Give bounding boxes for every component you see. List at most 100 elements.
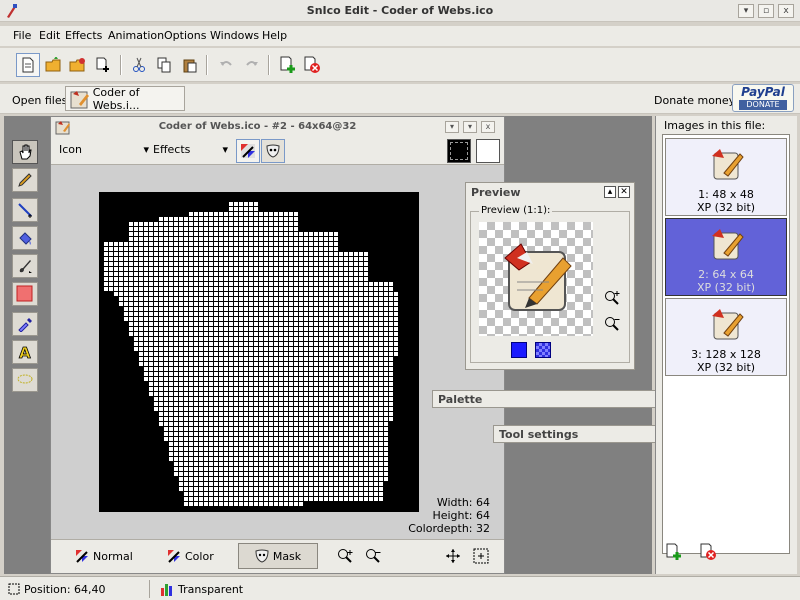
document-maximize-button[interactable]: ▾ xyxy=(463,121,477,133)
brush-icon[interactable] xyxy=(12,254,38,278)
image-thumb-3[interactable]: 3: 128 x 128 XP (32 bit) xyxy=(665,298,787,376)
coder-of-webs-icon xyxy=(712,149,744,180)
preview-collapse-button[interactable]: ▴ xyxy=(604,186,616,198)
status-position: Position: 64,40 xyxy=(2,580,150,598)
document-window: Coder of Webs.ico - #2 - 64x64@32 ▾ ▾ x … xyxy=(50,116,505,574)
zoom-out-icon[interactable] xyxy=(361,543,385,569)
document-title: Coder of Webs.ico - #2 - 64x64@32 xyxy=(158,121,357,132)
status-position-text: Position: 64,40 xyxy=(24,582,106,596)
image-format-label: XP (32 bit) xyxy=(696,361,756,374)
chevron-down-icon: ▾ xyxy=(143,143,149,156)
status-color: Transparent xyxy=(154,580,243,598)
image-width: Width: 64 xyxy=(436,496,490,509)
pixel-canvas[interactable] xyxy=(99,192,419,512)
line-icon[interactable] xyxy=(12,198,38,222)
menu-edit[interactable]: Edit xyxy=(39,29,60,42)
paypal-donate-button[interactable]: PayPal DONATE xyxy=(732,84,794,112)
menu-effects[interactable]: Effects xyxy=(65,29,102,42)
center-icon[interactable] xyxy=(441,543,465,569)
selection-icon xyxy=(8,583,20,595)
tool-settings-panel-title: Tool settings xyxy=(499,428,579,441)
document-title-bar: Coder of Webs.ico - #2 - 64x64@32 ▾ ▾ x xyxy=(51,117,504,137)
open-recent-icon[interactable] xyxy=(66,53,90,77)
mode-select[interactable]: Icon ▾ xyxy=(59,143,149,156)
preview-close-button[interactable]: ✕ xyxy=(618,186,630,198)
status-bar: Position: 64,40 Transparent xyxy=(0,576,800,600)
preview-solid-background-button[interactable] xyxy=(511,342,527,358)
undo-icon[interactable] xyxy=(214,53,238,77)
chevron-down-icon: ▾ xyxy=(222,143,228,156)
effects-select[interactable]: Effects ▾ xyxy=(153,143,228,156)
close-button[interactable]: x xyxy=(778,4,794,18)
fit-icon[interactable] xyxy=(469,543,493,569)
document-close-button[interactable]: x xyxy=(481,121,495,133)
delete-image-icon[interactable] xyxy=(300,53,324,77)
image-height: Height: 64 xyxy=(432,509,490,522)
images-panel: Images in this file: 1: 48 x 48 XP (32 b… xyxy=(655,116,797,574)
add-image-icon[interactable] xyxy=(662,540,686,564)
minimize-button[interactable]: ▾ xyxy=(738,4,754,18)
paste-icon[interactable] xyxy=(178,53,202,77)
menu-options[interactable]: Options xyxy=(164,29,206,42)
mask-view-button[interactable] xyxy=(261,139,285,163)
open-file-tab[interactable]: Coder of Webs.i... xyxy=(65,86,185,112)
palette-panel-title: Palette xyxy=(438,393,483,406)
lasso-icon[interactable] xyxy=(12,368,38,392)
image-size-label: 2: 64 x 64 xyxy=(698,268,754,281)
add-image-icon[interactable] xyxy=(276,53,300,77)
zoom-in-icon[interactable] xyxy=(333,543,357,569)
menu-animation[interactable]: Animation xyxy=(108,29,164,42)
redo-icon[interactable] xyxy=(240,53,264,77)
document-toolbar: Icon ▾ Effects ▾ xyxy=(51,137,504,165)
coder-of-webs-icon xyxy=(712,229,744,260)
image-size-label: 1: 48 x 48 xyxy=(698,188,754,201)
normal-view-icon xyxy=(76,550,88,563)
coder-of-webs-icon xyxy=(70,90,89,108)
copy-icon[interactable] xyxy=(152,53,176,77)
color-view-label: Color xyxy=(185,549,214,563)
preview-checker-background-button[interactable] xyxy=(535,342,551,358)
document-minimize-button[interactable]: ▾ xyxy=(445,121,459,133)
image-thumb-1[interactable]: 1: 48 x 48 XP (32 bit) xyxy=(665,138,787,216)
image-colordepth: Colordepth: 32 xyxy=(408,522,490,535)
menu-file[interactable]: File xyxy=(13,29,31,42)
preview-image xyxy=(479,222,593,336)
color-view-button[interactable] xyxy=(236,139,260,163)
mask-view-tab[interactable]: Mask xyxy=(238,543,318,569)
preview-panel: Preview ▴ ✕ Preview (1:1): xyxy=(465,182,635,370)
image-list[interactable]: 1: 48 x 48 XP (32 bit) 2: 64 x 64 XP (32… xyxy=(662,134,790,554)
rectangle-icon[interactable] xyxy=(12,282,38,306)
foreground-color-swatch[interactable] xyxy=(447,139,471,163)
images-panel-title: Images in this file: xyxy=(664,119,766,132)
open-folder-icon[interactable] xyxy=(42,53,66,77)
paypal-logo-text: PayPal xyxy=(741,85,785,99)
fill-bucket-icon[interactable] xyxy=(12,226,38,250)
mode-select-value: Icon xyxy=(59,143,82,156)
open-files-label: Open files: xyxy=(12,94,72,107)
new-file-icon[interactable] xyxy=(16,53,40,77)
preview-zoom-in-icon[interactable] xyxy=(604,290,620,309)
color-picker-icon[interactable] xyxy=(12,312,38,336)
new-image-icon[interactable] xyxy=(92,53,116,77)
color-view-tab[interactable]: Color xyxy=(159,543,222,569)
pencil-icon[interactable] xyxy=(12,168,38,192)
menu-windows[interactable]: Windows xyxy=(210,29,259,42)
toolbar-separator xyxy=(268,55,270,75)
background-color-swatch[interactable] xyxy=(476,139,500,163)
canvas-area: Width: 64 Height: 64 Colordepth: 32 xyxy=(51,165,504,539)
coder-of-webs-icon xyxy=(504,243,572,311)
preview-zoom-out-icon[interactable] xyxy=(604,316,620,335)
window-title: SnIco Edit - Coder of Webs.ico xyxy=(306,4,494,17)
delete-image-icon[interactable] xyxy=(696,540,720,564)
preview-group: Preview (1:1): xyxy=(470,205,630,363)
text-icon[interactable]: A xyxy=(12,340,38,364)
cut-icon[interactable] xyxy=(127,53,151,77)
maximize-button[interactable]: ▫ xyxy=(758,4,774,18)
menu-help[interactable]: Help xyxy=(262,29,287,42)
mask-view-label: Mask xyxy=(272,549,302,563)
tool-palette: A xyxy=(0,138,46,398)
image-thumb-2[interactable]: 2: 64 x 64 XP (32 bit) xyxy=(665,218,787,296)
hand-icon[interactable] xyxy=(12,140,38,164)
normal-view-label: Normal xyxy=(93,549,133,563)
normal-view-button[interactable]: Normal xyxy=(67,543,141,569)
